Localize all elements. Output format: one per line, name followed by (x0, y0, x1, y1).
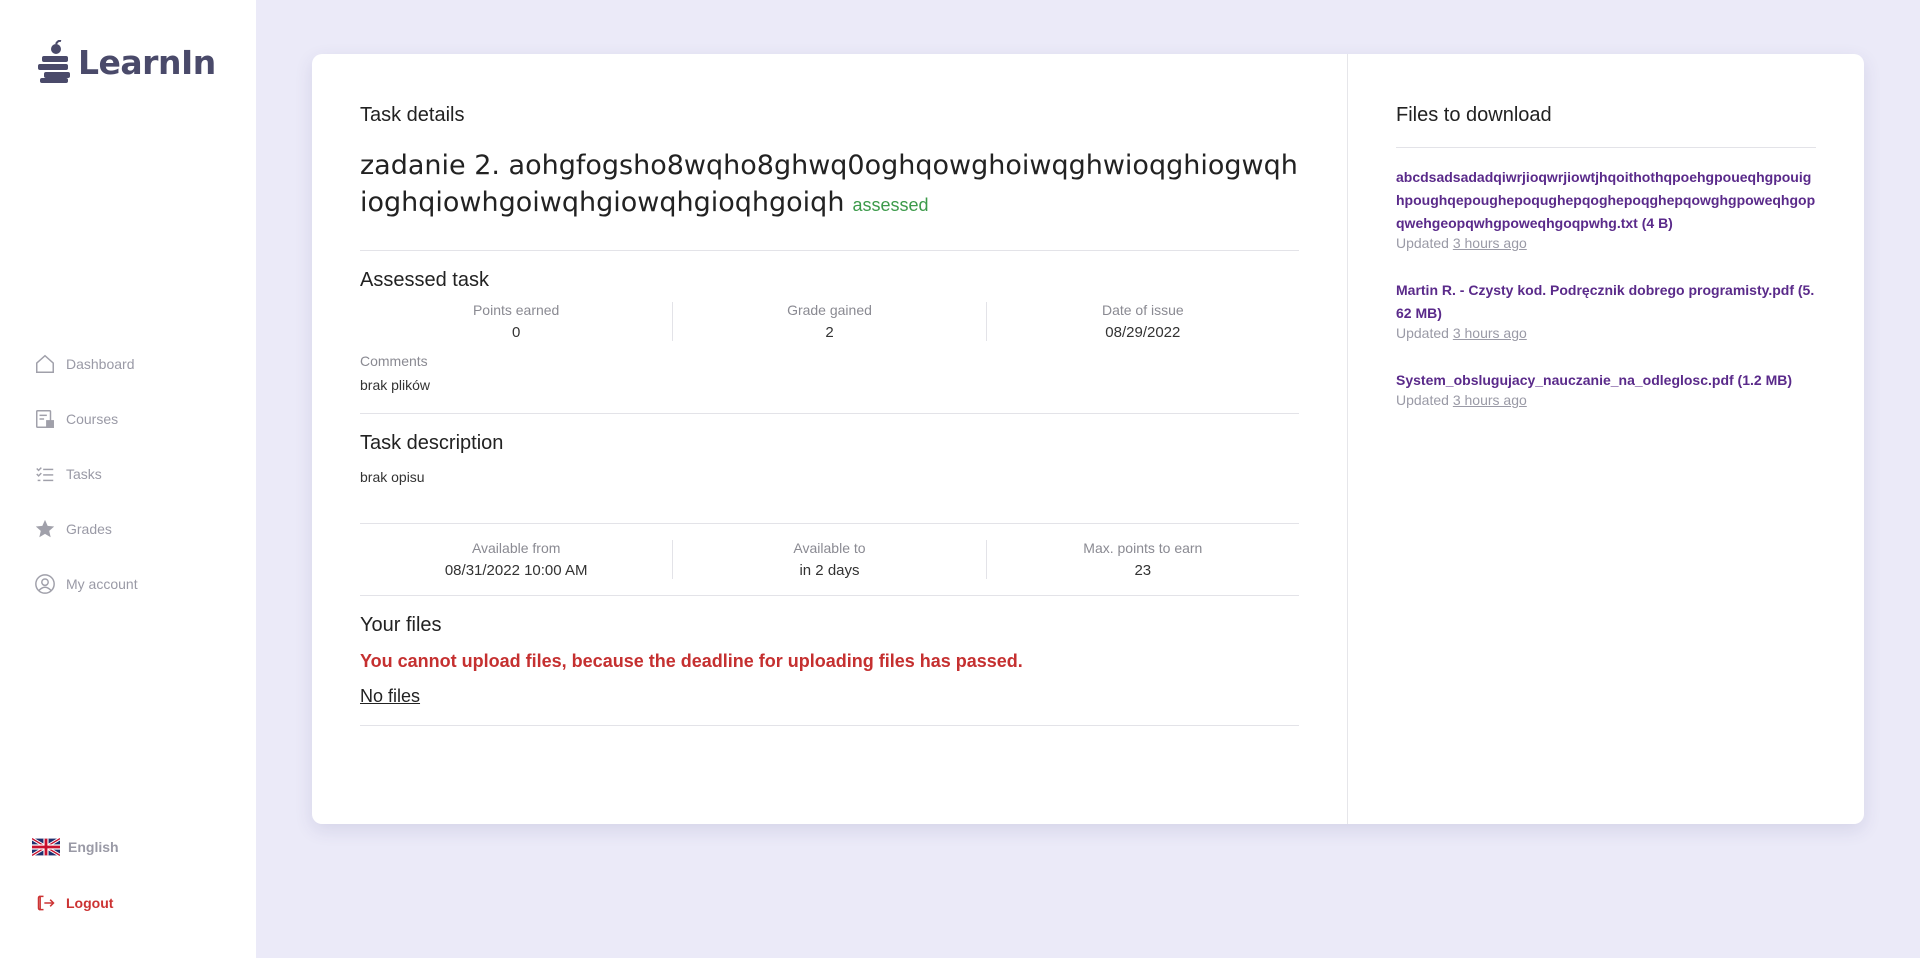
divider (360, 250, 1299, 251)
sidebar-item-label: Tasks (66, 465, 102, 482)
files-to-download-heading: Files to download (1396, 104, 1552, 126)
download-file-item: abcdsadsadadqiwrjioqwrjiowtjhqoithothqpo… (1396, 166, 1816, 251)
task-title: zadanie 2. aohgfogsho8wqho8ghwq0oghqowgh… (360, 150, 1298, 218)
available-from-value: 08/31/2022 10:00 AM (444, 562, 588, 579)
sidebar: LearnIn Dashboard Courses Tasks Grades M… (0, 0, 256, 958)
comments-value: brak plików (360, 377, 431, 393)
file-updated-time: 3 hours ago (1452, 325, 1527, 341)
app-name: LearnIn (78, 42, 216, 82)
files-to-download-panel: Files to download abcdsadsadadqiwrjioqwr… (1348, 54, 1864, 824)
download-file-link[interactable]: System_obslugujacy_nauczanie_na_odleglos… (1396, 369, 1816, 392)
logout-icon (37, 895, 55, 911)
your-files-heading: Your files (360, 614, 442, 636)
date-of-issue-value: 08/29/2022 (1105, 324, 1181, 341)
points-earned-label: Points earned (472, 302, 560, 318)
updated-prefix: Updated (1396, 235, 1449, 251)
task-title-block: zadanie 2. aohgfogsho8wqho8ghwq0oghqowgh… (360, 147, 1299, 224)
logout-button[interactable]: Logout (36, 893, 113, 913)
star-icon (35, 519, 55, 537)
file-updated-info: Updated 3 hours ago (1396, 325, 1816, 341)
grade-gained: Grade gained 2 (673, 302, 987, 341)
logo-books-icon (38, 40, 70, 83)
grade-gained-label: Grade gained (787, 302, 872, 318)
available-to: Available to in 2 days (673, 540, 987, 579)
no-files-link[interactable]: No files (360, 686, 1299, 707)
divider (360, 725, 1299, 726)
language-label: English (68, 839, 119, 855)
date-of-issue: Date of issue 08/29/2022 (987, 302, 1299, 341)
sidebar-item-grades[interactable]: Grades (34, 501, 138, 556)
upload-deadline-error: You cannot upload files, because the dea… (360, 651, 1023, 671)
date-of-issue-label: Date of issue (1101, 302, 1184, 318)
download-file-link[interactable]: Martin R. - Czysty kod. Podręcznik dobre… (1396, 279, 1816, 325)
app-logo[interactable]: LearnIn (36, 40, 216, 84)
status-badge: assessed (852, 195, 929, 215)
sidebar-item-label: Dashboard (66, 355, 135, 372)
sidebar-item-label: Grades (66, 520, 112, 537)
divider (360, 523, 1299, 524)
max-points: Max. points to earn 23 (987, 540, 1299, 579)
download-file-item: Martin R. - Czysty kod. Podręcznik dobre… (1396, 279, 1816, 341)
sidebar-item-my-account[interactable]: My account (34, 556, 138, 611)
file-updated-info: Updated 3 hours ago (1396, 235, 1816, 251)
sidebar-item-courses[interactable]: Courses (34, 391, 138, 446)
points-earned: Points earned 0 (360, 302, 674, 341)
updated-prefix: Updated (1396, 325, 1449, 341)
download-file-link[interactable]: abcdsadsadadqiwrjioqwrjiowtjhqoithothqpo… (1396, 166, 1816, 235)
assessed-task-heading: Assessed task (360, 269, 489, 291)
file-updated-time: 3 hours ago (1452, 235, 1527, 251)
points-earned-value: 0 (511, 324, 521, 341)
divider (360, 595, 1299, 596)
sidebar-item-label: My account (66, 575, 138, 592)
available-from: Available from 08/31/2022 10:00 AM (360, 540, 674, 579)
task-details-panel: Task details zadanie 2. aohgfogsho8wqho8… (312, 54, 1348, 824)
task-description-text: brak opisu (360, 469, 425, 485)
sidebar-nav: Dashboard Courses Tasks Grades My accoun… (34, 336, 138, 611)
file-updated-info: Updated 3 hours ago (1396, 392, 1816, 408)
divider (360, 413, 1299, 414)
max-points-value: 23 (1134, 562, 1152, 579)
available-to-label: Available to (793, 540, 866, 556)
logout-label: Logout (66, 895, 114, 911)
file-updated-time: 3 hours ago (1452, 392, 1527, 408)
task-details-label: Task details (360, 104, 465, 126)
uk-flag-icon (32, 838, 60, 856)
divider (1396, 147, 1816, 148)
comments-label: Comments (360, 353, 428, 369)
available-to-value: in 2 days (799, 562, 860, 579)
grade-gained-value: 2 (825, 324, 834, 341)
updated-prefix: Updated (1396, 392, 1449, 408)
assessment-stats: Points earned 0 Grade gained 2 Date of i… (360, 302, 1299, 341)
courses-icon (36, 409, 54, 428)
task-description-heading: Task description (360, 432, 504, 454)
tasks-icon (36, 466, 54, 481)
task-card: Task details zadanie 2. aohgfogsho8wqho8… (312, 54, 1864, 824)
sidebar-item-tasks[interactable]: Tasks (34, 446, 138, 501)
sidebar-item-dashboard[interactable]: Dashboard (34, 336, 138, 391)
home-icon (36, 354, 54, 373)
account-icon (35, 573, 55, 594)
language-selector[interactable]: English (32, 838, 119, 856)
sidebar-item-label: Courses (66, 410, 119, 427)
available-from-label: Available from (471, 540, 561, 556)
download-file-item: System_obslugujacy_nauczanie_na_odleglos… (1396, 369, 1816, 408)
availability-stats: Available from 08/31/2022 10:00 AM Avail… (360, 540, 1299, 579)
max-points-label: Max. points to earn (1083, 540, 1203, 556)
